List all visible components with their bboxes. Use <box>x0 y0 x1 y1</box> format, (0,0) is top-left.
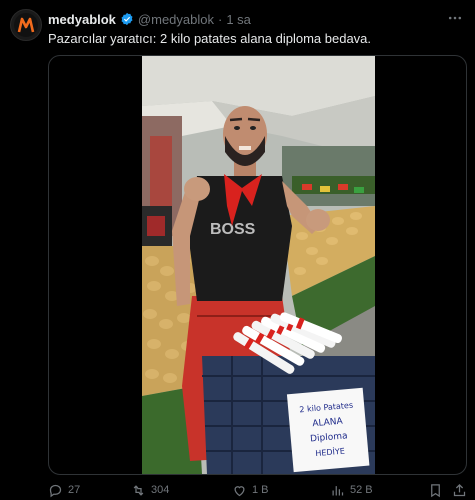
like-count: 1 B <box>252 484 269 496</box>
more-icon[interactable] <box>445 8 465 28</box>
retweet-count: 304 <box>151 484 170 496</box>
like-icon <box>234 485 245 496</box>
avatar[interactable] <box>10 9 42 41</box>
market-scene: BOSS 2 kilo Patates ALANA Diploma HEDİYE <box>142 56 375 474</box>
separator-dot: · <box>218 11 223 27</box>
reply-count: 27 <box>68 484 81 496</box>
tweet[interactable]: medyablok @medyablok · 1 sa Pazarcılar y… <box>0 0 475 500</box>
like-button[interactable]: 1 B <box>232 483 269 498</box>
bookmark-button[interactable] <box>428 483 443 498</box>
logo-icon <box>14 13 38 37</box>
retweet-button[interactable]: 304 <box>131 483 169 498</box>
tweet-actions: 27 304 1 B 52 B <box>48 480 467 500</box>
video-frame[interactable]: BOSS 2 kilo Patates ALANA Diploma HEDİYE <box>142 56 375 474</box>
shirt-text: BOSS <box>210 221 256 238</box>
tweet-media[interactable]: BOSS 2 kilo Patates ALANA Diploma HEDİYE <box>48 55 467 475</box>
views-count: 52 B <box>350 484 373 496</box>
share-icon <box>453 483 466 496</box>
views-icon <box>332 485 344 495</box>
author-handle[interactable]: @medyablok <box>138 12 214 27</box>
reply-button[interactable]: 27 <box>48 483 80 498</box>
share-button[interactable] <box>452 483 467 498</box>
tweet-header: medyablok @medyablok · 1 sa <box>48 10 251 28</box>
views-button[interactable]: 52 B <box>330 483 373 498</box>
timestamp[interactable]: 1 sa <box>226 12 251 27</box>
reply-icon <box>49 484 62 497</box>
retweet-icon <box>133 484 144 496</box>
author-name[interactable]: medyablok <box>48 12 116 27</box>
tweet-text: Pazarcılar yaratıcı: 2 kilo patates alan… <box>48 31 372 46</box>
bookmark-icon <box>431 483 440 497</box>
verified-icon <box>120 12 134 26</box>
